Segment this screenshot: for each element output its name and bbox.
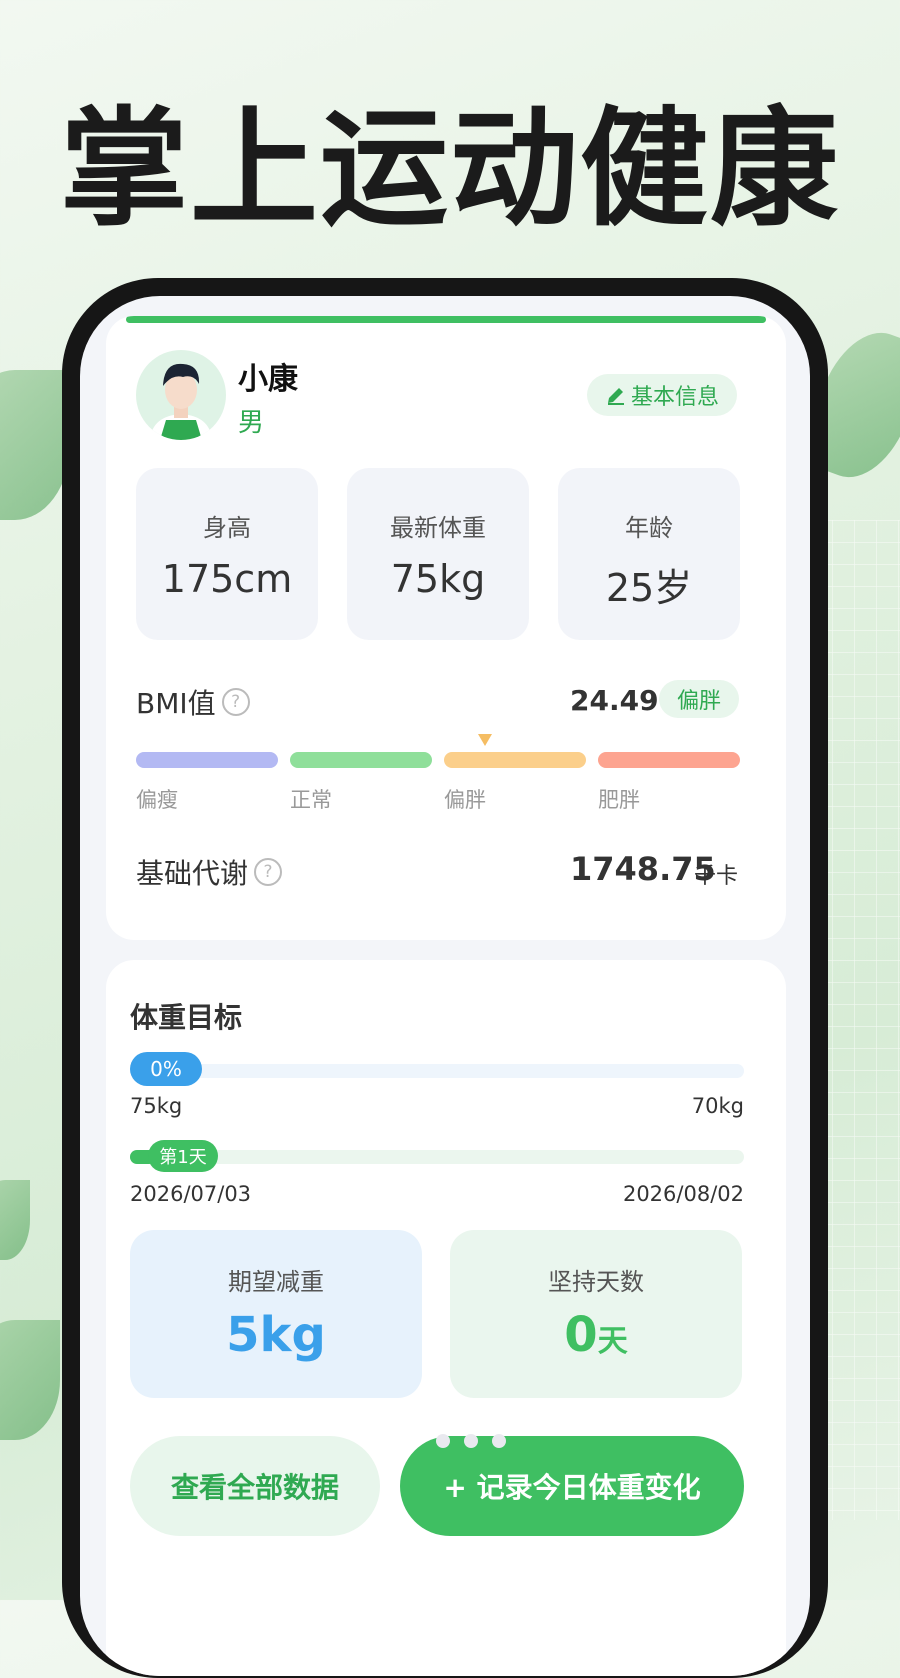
basic-info-label: 基本信息: [630, 385, 719, 410]
bmi-marker-icon: [478, 734, 492, 746]
bmi-segment-normal: [290, 752, 432, 768]
height-value: 175cm: [161, 557, 293, 601]
bmi-category-label: 正常: [290, 788, 332, 812]
bmr-label: 基础代谢: [136, 857, 249, 890]
bmi-value: 24.49: [570, 684, 659, 717]
height-stat: 身高 175cm: [136, 468, 318, 640]
pager-dot: [436, 1434, 450, 1448]
leaf-decoration: [0, 1180, 30, 1260]
avatar[interactable]: [136, 350, 226, 440]
card-accent-bar: [126, 316, 766, 323]
weight-stat: 最新体重 75kg: [347, 468, 529, 640]
age-value: 25岁: [605, 566, 693, 610]
view-all-data-button[interactable]: 查看全部数据: [130, 1436, 380, 1536]
day-badge: 第1天: [148, 1140, 218, 1172]
pager-dot: [464, 1434, 478, 1448]
edit-icon: [607, 388, 624, 405]
record-weight-button[interactable]: + 记录今日体重变化: [400, 1436, 744, 1536]
streak-value: 0: [564, 1307, 598, 1363]
bmi-segment-underweight: [136, 752, 278, 768]
phone-screen: 小康 男 基本信息 身高 175cm 最新体重 75kg 年龄 25岁 BMI值…: [80, 296, 810, 1676]
streak-box: 坚持天数 0天: [450, 1230, 742, 1398]
bmi-segment-obese: [598, 752, 740, 768]
expected-loss-box: 期望减重 5kg: [130, 1230, 422, 1398]
bmi-category-label: 肥胖: [598, 788, 640, 812]
start-date: 2026/07/03: [130, 1182, 252, 1206]
help-icon[interactable]: ?: [221, 688, 250, 716]
help-icon[interactable]: ?: [254, 858, 283, 886]
weight-goal-card: 体重目标 0% 75kg 70kg 第1天 2026/07/03 2026/08…: [106, 960, 786, 1676]
end-date: 2026/08/02: [622, 1182, 744, 1206]
bmi-status-badge: 偏胖: [659, 680, 739, 718]
leaf-decoration: [0, 1320, 60, 1440]
pager-dot: [492, 1434, 506, 1448]
bmr-label-row: 基础代谢 ?: [136, 852, 283, 892]
streak-label: 坚持天数: [548, 1268, 644, 1296]
basic-info-button[interactable]: 基本信息: [587, 374, 737, 416]
day-progress-track: [130, 1150, 744, 1164]
user-name: 小康: [238, 362, 298, 397]
target-weight: 70kg: [691, 1094, 744, 1118]
start-weight: 75kg: [130, 1094, 183, 1118]
bmi-label-row: BMI值 ?: [136, 682, 250, 722]
bmr-unit: 千卡: [694, 864, 739, 889]
bmi-category-label: 偏瘦: [136, 788, 178, 812]
age-label: 年龄: [625, 514, 673, 542]
goal-title: 体重目标: [130, 1001, 243, 1034]
streak-unit: 天: [597, 1324, 628, 1359]
height-label: 身高: [203, 514, 251, 542]
pager-dots: [436, 1434, 506, 1448]
user-gender: 男: [238, 408, 265, 438]
expected-loss-label: 期望减重: [228, 1268, 324, 1296]
page-headline: 掌上运动健康: [59, 95, 840, 244]
bmi-segment-overweight: [444, 752, 586, 768]
leaf-decoration: [0, 370, 70, 520]
profile-card: 小康 男 基本信息 身高 175cm 最新体重 75kg 年龄 25岁 BMI值…: [106, 316, 786, 940]
age-stat: 年龄 25岁: [558, 468, 740, 640]
streak-value-row: 0天: [450, 1307, 742, 1363]
weight-progress-track: [130, 1064, 744, 1078]
bmi-category-label: 偏胖: [444, 788, 486, 812]
expected-loss-value: 5kg: [226, 1307, 326, 1363]
weight-label: 最新体重: [390, 514, 486, 542]
avatar-image: [150, 363, 212, 440]
weight-value: 75kg: [390, 557, 486, 601]
weight-progress-badge: 0%: [130, 1052, 202, 1086]
bmi-label: BMI值: [136, 687, 216, 720]
